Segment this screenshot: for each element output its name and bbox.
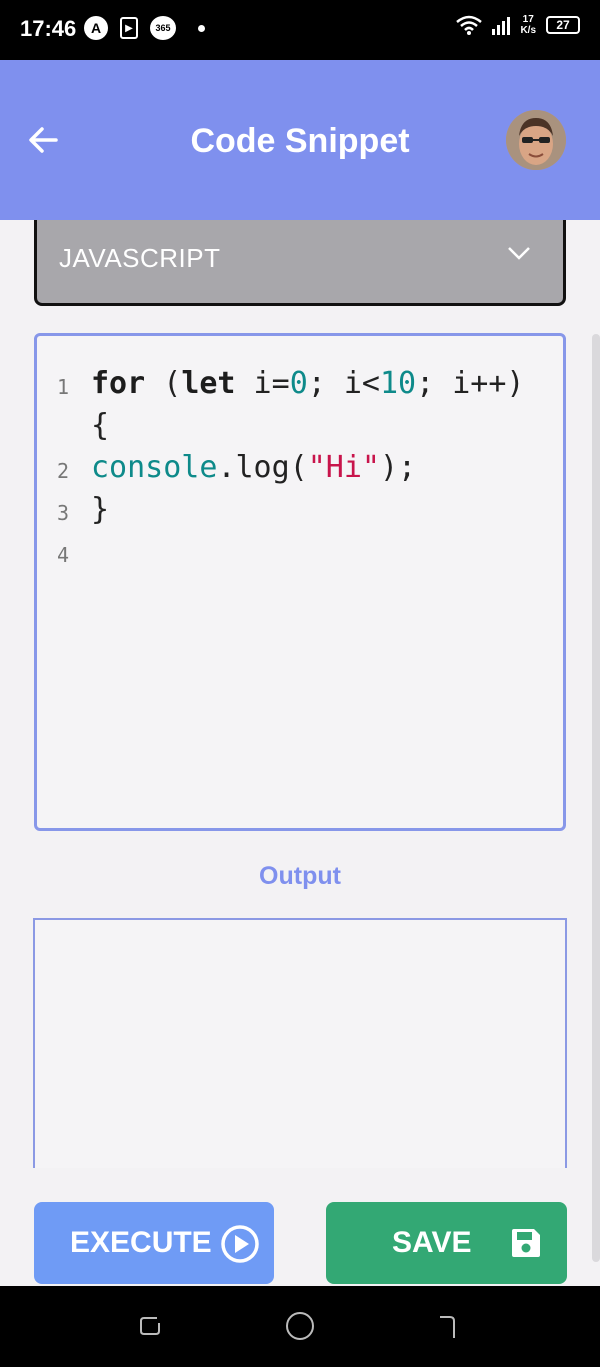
signal-icon	[492, 15, 511, 35]
notification-dot-icon	[198, 24, 205, 32]
notification-365-icon: 365	[150, 16, 176, 40]
home-icon[interactable]	[286, 1312, 314, 1340]
code-line: 4	[37, 534, 563, 576]
status-notification-icons: A ▶ 365	[84, 16, 205, 40]
battery-icon: 27	[546, 16, 580, 34]
code-editor[interactable]: 1 for (let i=0; i<10; i++) {2 console.log("…	[34, 333, 566, 831]
code-token: );	[380, 450, 417, 485]
wifi-icon	[456, 15, 483, 35]
save-button[interactable]: SAVE	[326, 1202, 567, 1284]
code-token: for	[91, 366, 146, 401]
user-photo-icon	[506, 110, 566, 170]
recent-apps-icon[interactable]	[138, 1314, 162, 1338]
line-code: console.log("Hi");	[91, 450, 416, 485]
execute-button[interactable]: EXECUTE	[34, 1202, 274, 1284]
code-token: ; i++)	[416, 366, 525, 401]
back-nav-icon[interactable]	[438, 1314, 460, 1340]
play-circle-icon	[221, 1225, 259, 1263]
code-token: let	[181, 366, 236, 401]
execute-button-label: EXECUTE	[70, 1226, 212, 1259]
network-speed-value: 17	[522, 14, 534, 25]
code-token: i=	[235, 366, 290, 401]
line-number: 1	[56, 375, 70, 399]
line-code: {	[91, 408, 109, 443]
line-code: }	[91, 492, 109, 527]
code-token: {	[91, 408, 110, 443]
code-token: 10	[380, 366, 417, 401]
code-token: console	[91, 450, 218, 485]
status-system-icons: 17 K/s 27	[456, 14, 580, 36]
network-speed: 17 K/s	[520, 14, 536, 36]
code-token: ; i<	[307, 366, 380, 401]
code-line: {	[37, 408, 563, 450]
status-time: 17:46	[20, 16, 77, 41]
chevron-down-icon	[508, 247, 530, 260]
code-token: "Hi"	[307, 450, 380, 485]
floppy-disk-icon	[512, 1229, 540, 1257]
status-bar: 17:46 A ▶ 365 17 K/s 27	[0, 0, 600, 60]
line-number: 2	[56, 459, 70, 483]
notification-app-icon: A	[84, 16, 108, 40]
line-code: for (let i=0; i<10; i++)	[91, 366, 525, 401]
system-nav-bar	[0, 1286, 600, 1367]
code-line: 1 for (let i=0; i<10; i++)	[37, 366, 563, 408]
code-token: .log(	[217, 450, 308, 485]
code-line: 2 console.log("Hi");	[37, 450, 563, 492]
code-token: }	[91, 492, 110, 527]
output-panel	[33, 918, 567, 1168]
app-bar: Code Snippet	[0, 60, 600, 220]
save-button-label: SAVE	[392, 1226, 472, 1259]
code-token: (	[145, 366, 182, 401]
language-select-value: JAVASCRIPT	[59, 243, 221, 273]
notification-play-icon: ▶	[120, 17, 138, 39]
network-speed-unit: K/s	[520, 25, 536, 36]
code-token: 0	[289, 366, 308, 401]
scrollbar[interactable]	[592, 334, 600, 1262]
line-number: 4	[56, 543, 70, 567]
output-label: Output	[259, 862, 341, 890]
code-line: 3}	[37, 492, 563, 534]
line-number: 3	[56, 501, 70, 525]
avatar[interactable]	[506, 110, 566, 170]
